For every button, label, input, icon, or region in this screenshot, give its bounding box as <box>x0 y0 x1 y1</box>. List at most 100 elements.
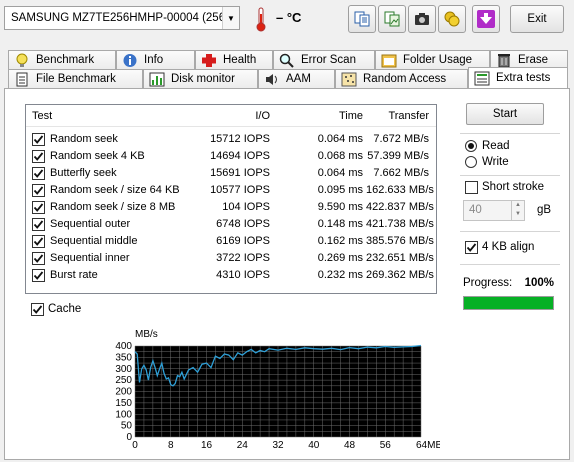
checkmark-icon <box>466 243 477 252</box>
tab-label: Error Scan <box>301 54 356 66</box>
table-row: Random seek / size 64 KB 10577 IOPS 0.095 … <box>26 182 436 199</box>
tab-random-access[interactable]: Random Access <box>335 69 468 88</box>
screenshot-button[interactable] <box>408 5 436 33</box>
spin-down-icon[interactable]: ▼ <box>512 210 524 219</box>
short-stroke-checkbox[interactable] <box>465 181 478 194</box>
test-transfer: 421.738 MB/s <box>366 218 434 230</box>
test-io: 4310 IOPS <box>216 269 270 281</box>
start-button[interactable]: Start <box>466 103 544 125</box>
checkmark-icon <box>33 203 44 212</box>
test-name: Sequential middle <box>50 235 138 247</box>
tab-health[interactable]: Health <box>195 50 273 69</box>
tab-label: Disk monitor <box>171 73 235 85</box>
divider <box>460 175 560 176</box>
magnifier-icon <box>279 53 294 68</box>
x-tick-label: 24 <box>237 440 249 450</box>
test-checkbox[interactable] <box>32 167 45 180</box>
progress-value: 100% <box>524 277 554 289</box>
test-checkbox[interactable] <box>32 150 45 163</box>
chart-y-axis: 400350300250200150100500 <box>115 341 132 443</box>
table-header: Test I/O Time Transfer <box>26 105 436 127</box>
save-down-arrow-icon <box>477 10 495 28</box>
exit-button[interactable]: Exit <box>510 5 564 33</box>
test-name: Random seek 4 KB <box>50 150 145 162</box>
tab-info[interactable]: Info <box>116 50 195 69</box>
test-name: Sequential outer <box>50 218 131 230</box>
table-row: Butterfly seek 15691 IOPS 0.064 ms 7.662 MB… <box>26 165 436 182</box>
x-tick-label: 56 <box>380 440 392 450</box>
x-tick-label: 8 <box>168 440 174 450</box>
copy-image-button[interactable] <box>378 5 406 33</box>
tab-benchmark[interactable]: Benchmark <box>8 50 116 69</box>
tab-label: AAM <box>286 73 311 85</box>
stroke-size-value: 40 <box>469 204 482 216</box>
test-name: Random seek / size 8 MB <box>50 201 176 213</box>
test-checkbox[interactable] <box>32 235 45 248</box>
checkmark-icon <box>33 237 44 246</box>
results-table: Test I/O Time Transfer Random seek 15712 … <box>25 104 437 294</box>
divider <box>460 264 560 265</box>
copy-text-icon <box>354 11 370 27</box>
x-tick-label: 16 <box>201 440 213 450</box>
stroke-size-spinner[interactable]: 40 ▲ ▼ <box>463 200 525 221</box>
short-stroke-label: Short stroke <box>482 181 544 193</box>
x-tick-label: 0 <box>132 440 138 450</box>
tab-label: Benchmark <box>36 54 95 66</box>
chevron-down-icon[interactable]: ▼ <box>222 7 239 29</box>
align-checkbox[interactable] <box>465 241 478 254</box>
write-label: Write <box>482 156 509 168</box>
test-time: 0.095 ms <box>317 184 363 196</box>
test-checkbox[interactable] <box>32 218 45 231</box>
options-button[interactable] <box>438 5 466 33</box>
temperature-readout: – °C <box>276 10 302 25</box>
checkmark-icon <box>33 169 44 178</box>
header-io: I/O <box>255 110 270 122</box>
tab-label: File Benchmark <box>36 73 116 85</box>
radio-dot <box>468 143 474 149</box>
test-checkbox[interactable] <box>32 269 45 282</box>
save-button[interactable] <box>472 5 500 33</box>
tab-label: Extra tests <box>496 72 551 84</box>
options-coins-icon <box>444 11 460 27</box>
tab-extra-tests[interactable]: Extra tests <box>468 67 568 88</box>
y-tick-label: 200 <box>115 387 132 398</box>
test-transfer: 7.672 MB/s <box>373 133 429 145</box>
y-tick-label: 50 <box>121 421 133 432</box>
test-transfer: 162.633 MB/s <box>366 184 434 196</box>
test-io: 15712 IOPS <box>210 133 270 145</box>
checkmark-icon <box>33 135 44 144</box>
test-name: Random seek / size 64 KB <box>50 184 180 196</box>
drive-select[interactable]: SAMSUNG MZ7TE256HMHP-00004 (256 ▼ <box>4 6 240 30</box>
tab-label: Random Access <box>363 73 447 85</box>
test-transfer: 57.399 MB/s <box>367 150 429 162</box>
test-name: Random seek <box>50 133 118 145</box>
read-radio[interactable] <box>465 140 477 152</box>
tab-label: Health <box>223 54 257 66</box>
table-row: Sequential middle 6169 IOPS 0.162 ms 385.57… <box>26 233 436 250</box>
tab-file-benchmark[interactable]: File Benchmark <box>8 69 143 88</box>
chart-x-axis: 0 8 16 24 32 40 48 56 64MB <box>132 440 440 450</box>
copy-text-button[interactable] <box>348 5 376 33</box>
info-icon <box>123 53 137 67</box>
test-io: 104 IOPS <box>222 201 270 213</box>
checkmark-icon <box>33 186 44 195</box>
test-checkbox[interactable] <box>32 201 45 214</box>
test-checkbox[interactable] <box>32 184 45 197</box>
test-time: 9.590 ms <box>317 201 363 213</box>
progress-bar <box>463 296 554 310</box>
test-transfer: 232.651 MB/s <box>366 252 434 264</box>
test-io: 3722 IOPS <box>216 252 270 264</box>
bar-chart-icon <box>149 72 165 86</box>
tab-aam[interactable]: AAM <box>258 69 335 88</box>
test-io: 14694 IOPS <box>210 150 270 162</box>
tab-disk-monitor[interactable]: Disk monitor <box>143 69 258 88</box>
cache-checkbox[interactable] <box>31 303 44 316</box>
test-io: 6748 IOPS <box>216 218 270 230</box>
checkmark-icon <box>32 305 43 314</box>
test-checkbox[interactable] <box>32 133 45 146</box>
spin-up-icon[interactable]: ▲ <box>512 201 524 210</box>
test-time: 0.269 ms <box>317 252 363 264</box>
write-radio[interactable] <box>465 156 477 168</box>
test-checkbox[interactable] <box>32 252 45 265</box>
tab-error-scan[interactable]: Error Scan <box>273 50 375 69</box>
